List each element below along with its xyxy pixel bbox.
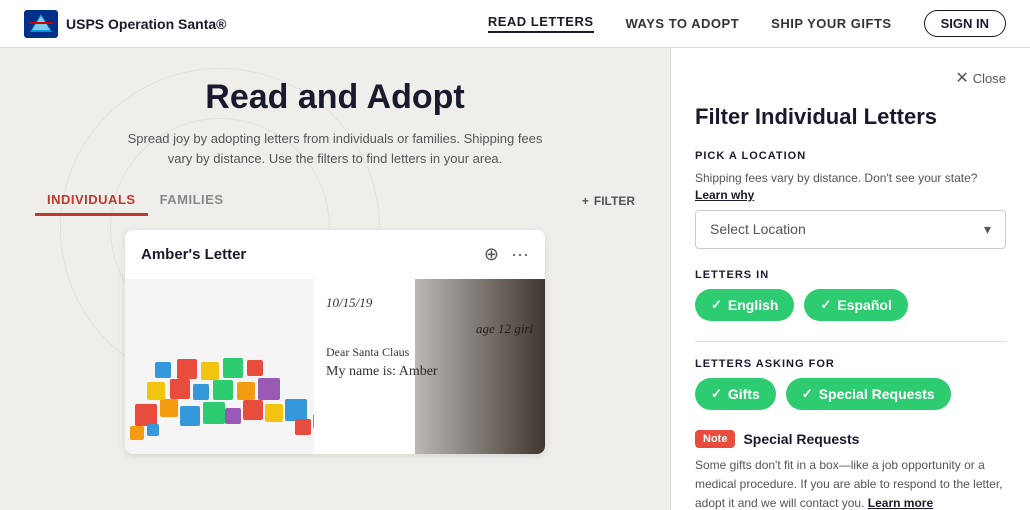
check-icon-3: ✓ bbox=[711, 386, 722, 402]
close-filter-button[interactable]: ✕ Close bbox=[955, 68, 1006, 88]
separator-1 bbox=[695, 341, 1006, 342]
header: USPS Operation Santa® READ LETTERS WAYS … bbox=[0, 0, 1030, 48]
tab-individuals[interactable]: INDIVIDUALS bbox=[35, 186, 148, 216]
pill-english[interactable]: ✓ English bbox=[695, 289, 794, 321]
pick-location-label: PICK A LOCATION bbox=[695, 150, 1006, 162]
pill-gifts[interactable]: ✓ Gifts bbox=[695, 378, 776, 410]
sign-in-button[interactable]: SIGN IN bbox=[924, 10, 1006, 37]
page-background: Read and Adopt Spread joy by adopting le… bbox=[0, 48, 670, 510]
letters-in-label: LETTERS IN bbox=[695, 269, 1006, 281]
pill-espanol[interactable]: ✓ Español bbox=[804, 289, 907, 321]
filter-panel: ✕ Close Filter Individual Letters PICK A… bbox=[670, 48, 1030, 510]
usps-logo-icon bbox=[24, 10, 58, 38]
letter-card-icons: ⊕ ··· bbox=[484, 244, 529, 265]
filter-title: Filter Individual Letters bbox=[695, 104, 1006, 130]
brand-name: USPS Operation Santa® bbox=[66, 16, 226, 32]
check-icon-2: ✓ bbox=[820, 297, 831, 313]
dark-overlay bbox=[415, 279, 545, 454]
filter-button[interactable]: + FILTER bbox=[582, 194, 635, 208]
learn-why-link[interactable]: Learn why bbox=[695, 188, 754, 202]
letters-asking-label: LETTERS ASKING FOR bbox=[695, 358, 1006, 370]
pill-special-requests-label: Special Requests bbox=[819, 386, 935, 402]
check-icon: ✓ bbox=[711, 297, 722, 313]
nav-ship-gifts[interactable]: SHIP YOUR GIFTS bbox=[771, 16, 891, 31]
letters-asking-section: LETTERS ASKING FOR ✓ Gifts ✓ Special Req… bbox=[695, 358, 1006, 410]
note-text: Some gifts don't fit in a box—like a job… bbox=[695, 456, 1006, 510]
pill-english-label: English bbox=[728, 297, 779, 313]
letter-title: Amber's Letter bbox=[141, 246, 246, 263]
nav-read-letters[interactable]: READ LETTERS bbox=[488, 14, 594, 33]
logo: USPS Operation Santa® bbox=[24, 10, 226, 38]
asking-pills: ✓ Gifts ✓ Special Requests bbox=[695, 378, 1006, 410]
close-icon: ✕ bbox=[955, 68, 968, 88]
chevron-down-icon: ▾ bbox=[984, 221, 991, 238]
close-label: Close bbox=[973, 71, 1006, 86]
letters-in-section: LETTERS IN ✓ English ✓ Español bbox=[695, 269, 1006, 321]
language-pills: ✓ English ✓ Español bbox=[695, 289, 1006, 321]
shipping-note: Shipping fees vary by distance. Don't se… bbox=[695, 170, 1006, 204]
check-icon-4: ✓ bbox=[802, 386, 813, 402]
plus-icon: + bbox=[582, 194, 589, 208]
pill-special-requests[interactable]: ✓ Special Requests bbox=[786, 378, 951, 410]
add-circle-icon[interactable]: ⊕ bbox=[484, 244, 499, 265]
tab-families[interactable]: FAMILIES bbox=[148, 186, 236, 216]
note-title: Special Requests bbox=[743, 431, 859, 447]
letter-image: 10/15/19 age 12 girl Dear Santa Claus My… bbox=[125, 279, 545, 454]
select-location-dropdown[interactable]: Select Location ▾ bbox=[695, 210, 1006, 249]
page-title: Read and Adopt bbox=[205, 78, 464, 117]
note-section: Note Special Requests Some gifts don't f… bbox=[695, 430, 1006, 510]
pill-espanol-label: Español bbox=[837, 297, 891, 313]
learn-more-link[interactable]: Learn more bbox=[868, 496, 933, 510]
more-options-icon[interactable]: ··· bbox=[511, 244, 529, 265]
pill-gifts-label: Gifts bbox=[728, 386, 760, 402]
select-location-placeholder: Select Location bbox=[710, 221, 806, 237]
filter-label: FILTER bbox=[594, 194, 635, 208]
nav-ways-to-adopt[interactable]: WAYS TO ADOPT bbox=[626, 16, 740, 31]
tabs: INDIVIDUALS FAMILIES bbox=[35, 186, 236, 216]
letter-card-header: Amber's Letter ⊕ ··· bbox=[125, 230, 545, 279]
nav: READ LETTERS WAYS TO ADOPT SHIP YOUR GIF… bbox=[488, 10, 1006, 37]
location-section: PICK A LOCATION Shipping fees vary by di… bbox=[695, 150, 1006, 249]
note-badge: Note bbox=[695, 430, 735, 448]
page-subtitle: Spread joy by adopting letters from indi… bbox=[125, 129, 545, 168]
letter-card: Amber's Letter ⊕ ··· bbox=[125, 230, 545, 454]
filter-panel-header: ✕ Close bbox=[695, 68, 1006, 88]
note-row: Note Special Requests bbox=[695, 430, 1006, 448]
tabs-row: INDIVIDUALS FAMILIES + FILTER bbox=[15, 186, 655, 216]
main-content: Read and Adopt Spread joy by adopting le… bbox=[0, 48, 1030, 510]
